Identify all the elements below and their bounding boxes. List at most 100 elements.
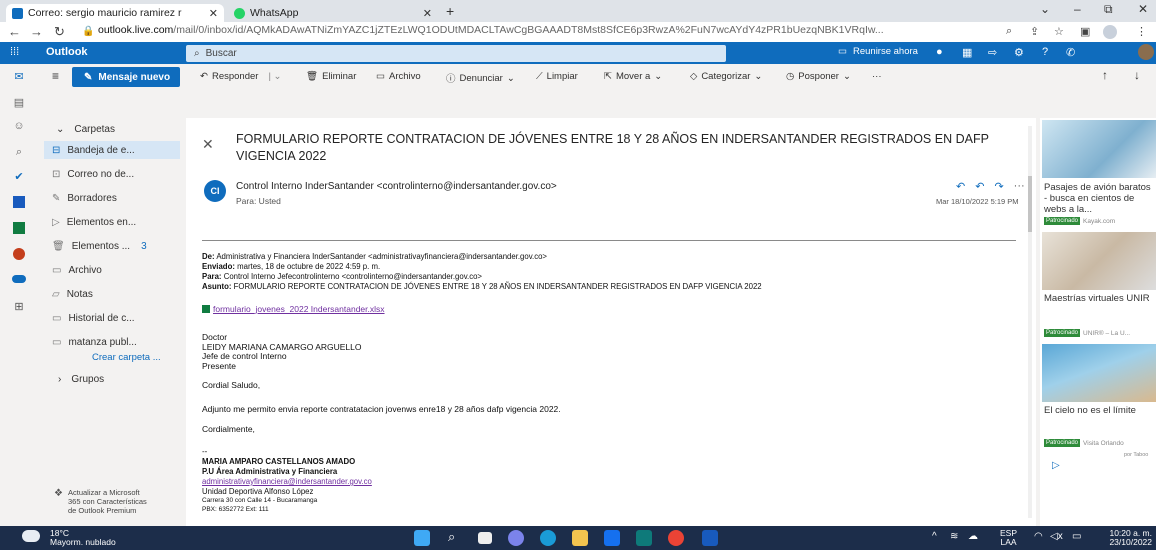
sweep-button[interactable]: ⟋ Limpiar bbox=[536, 71, 578, 82]
todo-icon[interactable]: ✔ bbox=[10, 170, 28, 184]
folder-matanza[interactable]: ▭ matanza publ... bbox=[44, 333, 180, 351]
close-window-icon[interactable]: ✕ bbox=[1138, 2, 1148, 16]
url-field[interactable]: outlook.live.com/mail/0/inbox/id/AQMkADA… bbox=[98, 24, 998, 40]
categorize-button[interactable]: ◇ Categorizar ⌄ bbox=[690, 71, 762, 82]
avatar[interactable] bbox=[1138, 44, 1154, 60]
folder-deleted[interactable]: 🗑 Elementos ... 3 bbox=[44, 237, 180, 255]
app-launcher-icon[interactable]: ⁞⁞⁞ bbox=[10, 46, 19, 58]
menu-kebab-icon[interactable]: ⋮ bbox=[1136, 25, 1147, 38]
delete-button[interactable]: 🗑 Eliminar bbox=[306, 71, 356, 82]
forward-icon[interactable]: → bbox=[30, 24, 43, 39]
settings-gear-icon[interactable]: ⚙ bbox=[1014, 46, 1024, 59]
sender-avatar[interactable]: CI bbox=[204, 180, 226, 202]
folder-sent[interactable]: ▷ Elementos en... bbox=[44, 213, 180, 231]
folder-notes[interactable]: ▱ Notas bbox=[44, 285, 180, 303]
adchoices-icon[interactable]: ▷ bbox=[1052, 460, 1060, 471]
sig-email-link[interactable]: administrativayfinanciera@indersantander… bbox=[202, 477, 372, 486]
weather-cloud-icon[interactable] bbox=[22, 530, 40, 542]
ad-image-plane[interactable] bbox=[1042, 120, 1156, 178]
minimize-icon[interactable]: – bbox=[1074, 2, 1081, 16]
folder-history[interactable]: ▭ Historial de c... bbox=[44, 309, 180, 327]
language-indicator[interactable]: ESP LAA bbox=[1000, 529, 1017, 547]
arrow-down-icon[interactable]: ↓ bbox=[1134, 68, 1140, 82]
folder-inbox[interactable]: ⊟ Bandeja de e... bbox=[44, 141, 180, 159]
sidebar-icon[interactable]: ▣ bbox=[1080, 25, 1090, 38]
volume-icon[interactable]: ◁x bbox=[1050, 531, 1063, 542]
more-apps-icon[interactable]: ⊞ bbox=[10, 300, 28, 314]
tab-whatsapp[interactable]: WhatsApp ✕ bbox=[228, 4, 438, 22]
calendar-office-icon[interactable]: ▦ bbox=[962, 46, 972, 59]
word-icon[interactable] bbox=[10, 196, 28, 210]
create-folder-link[interactable]: Crear carpeta ... bbox=[92, 352, 161, 363]
network-icon[interactable]: ≋ bbox=[950, 531, 958, 542]
ad-text[interactable]: El cielo no es el límite bbox=[1044, 405, 1156, 416]
attachment-link[interactable]: formulario_jovenes_2022 Indersantander.x… bbox=[202, 304, 385, 314]
folder-drafts[interactable]: ✎ Borradores bbox=[44, 189, 180, 207]
attach-icon[interactable]: ⌕ bbox=[10, 146, 28, 160]
powerpoint-icon[interactable] bbox=[10, 248, 28, 262]
onedrive-icon[interactable]: ☁ bbox=[968, 531, 978, 542]
wifi-icon[interactable]: ◠ bbox=[1034, 531, 1043, 542]
feedback-icon[interactable]: ⇨ bbox=[988, 46, 997, 59]
upgrade-premium-link[interactable]: Actualizar a Microsoft 365 con Caracterí… bbox=[68, 488, 147, 515]
sender-name[interactable]: Control Interno InderSantander <controli… bbox=[236, 181, 557, 192]
groups-header[interactable]: › Grupos bbox=[58, 374, 104, 385]
tab-outlook[interactable]: Correo: sergio mauricio ramirez r ✕ bbox=[6, 4, 224, 22]
reload-icon[interactable]: ↻ bbox=[54, 24, 65, 40]
reply-all-icon[interactable]: ↶ bbox=[975, 180, 984, 193]
report-button[interactable]: ⓘ Denunciar ⌄ bbox=[446, 71, 515, 86]
bookmark-star-icon[interactable]: ☆ bbox=[1054, 25, 1064, 38]
meet-now-button[interactable]: ▭ Reunirse ahora bbox=[838, 46, 918, 57]
move-to-button[interactable]: ⇱ Mover a ⌄ bbox=[604, 71, 662, 82]
back-icon[interactable]: ← bbox=[8, 24, 21, 39]
ad-image-student[interactable] bbox=[1042, 232, 1156, 290]
zoom-icon[interactable]: ⌕ bbox=[1006, 25, 1012, 38]
folders-header[interactable]: ⌄ Carpetas bbox=[56, 124, 115, 135]
skype-icon[interactable]: ● bbox=[936, 46, 943, 58]
word-icon[interactable] bbox=[702, 530, 718, 546]
chevron-down-icon[interactable]: ⌄ bbox=[1040, 2, 1050, 16]
chrome-icon[interactable] bbox=[668, 530, 684, 546]
new-tab-button[interactable]: + bbox=[446, 3, 454, 19]
ad-text[interactable]: Pasajes de avión baratos - busca en cien… bbox=[1044, 182, 1154, 215]
tab-close-button[interactable]: ✕ bbox=[209, 7, 218, 20]
folder-archive[interactable]: ▭ Archivo bbox=[44, 261, 180, 279]
edge-icon[interactable] bbox=[540, 530, 556, 546]
tab-close-button[interactable]: ✕ bbox=[423, 7, 432, 20]
start-windows-icon[interactable] bbox=[414, 530, 430, 546]
battery-icon[interactable]: ▭ bbox=[1072, 531, 1081, 542]
profile-icon[interactable] bbox=[1103, 25, 1117, 39]
clock[interactable]: 10:20 a. m. 23/10/2022 bbox=[1100, 529, 1152, 547]
scrollbar[interactable] bbox=[1028, 126, 1032, 518]
folder-junk[interactable]: ⊡ Correo no de... bbox=[44, 165, 180, 183]
mail-icon[interactable]: ✉ bbox=[10, 70, 28, 84]
collapse-menu-icon[interactable]: ≡ bbox=[52, 69, 59, 83]
chevron-up-icon[interactable]: ^ bbox=[932, 531, 937, 542]
help-icon[interactable]: ? bbox=[1042, 46, 1048, 58]
new-mail-button[interactable]: ✎ Mensaje nuevo bbox=[72, 67, 180, 87]
reply-icon[interactable]: ↶ bbox=[956, 180, 965, 193]
onedrive-icon[interactable] bbox=[10, 274, 28, 288]
ad-text[interactable]: Maestrías virtuales UNIR bbox=[1044, 293, 1154, 304]
search-icon[interactable]: ⌕ bbox=[448, 529, 455, 545]
calculator-icon[interactable] bbox=[636, 530, 652, 546]
calendar-icon[interactable]: ▤ bbox=[10, 96, 28, 110]
archive-button[interactable]: ▭ Archivo bbox=[376, 71, 421, 82]
search-input[interactable]: ⌕ Buscar bbox=[186, 45, 726, 62]
news-icon[interactable]: ✆ bbox=[1066, 46, 1075, 59]
share-icon[interactable]: ⇪ bbox=[1030, 25, 1039, 38]
forward-icon[interactable]: ↷ bbox=[994, 180, 1003, 193]
task-view-icon[interactable] bbox=[478, 532, 492, 544]
people-icon[interactable]: ☺ bbox=[10, 120, 28, 134]
reply-button[interactable]: ↶ Responder | ⌄ bbox=[200, 71, 282, 82]
weather-widget[interactable]: 18°C Mayorm. nublado bbox=[50, 529, 116, 547]
arrow-up-icon[interactable]: ↑ bbox=[1102, 68, 1108, 82]
close-icon[interactable]: ✕ bbox=[202, 136, 214, 153]
file-explorer-icon[interactable] bbox=[572, 530, 588, 546]
chat-icon[interactable] bbox=[508, 530, 524, 546]
chevron-down-icon[interactable]: | ⌄ bbox=[268, 71, 281, 82]
store-icon[interactable] bbox=[604, 530, 620, 546]
more-icon[interactable]: ··· bbox=[1014, 180, 1025, 193]
excel-icon[interactable] bbox=[10, 222, 28, 236]
more-actions-button[interactable]: ··· bbox=[872, 71, 882, 82]
